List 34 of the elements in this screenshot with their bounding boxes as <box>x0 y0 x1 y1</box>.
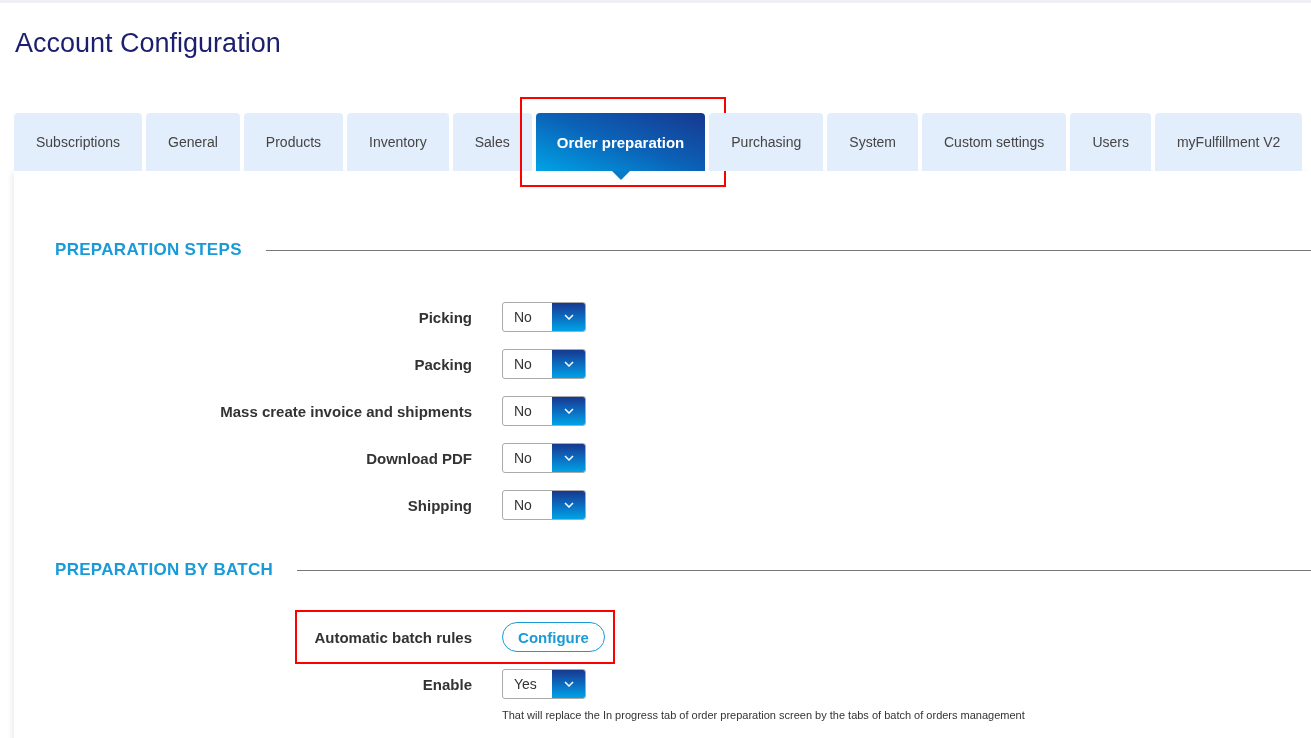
chevron-down-icon <box>563 408 574 414</box>
field-label: Shipping <box>407 496 472 514</box>
chevron-down-icon <box>563 681 574 687</box>
chevron-down-icon <box>563 502 574 508</box>
tab[interactable]: General <box>146 113 240 171</box>
section-heading: PREPARATION BY BATCH <box>55 560 274 580</box>
select-field[interactable]: No <box>502 490 586 520</box>
hint-text: That will replace the In progress tab of order preparation screen by the tabs of batch of orders management <box>502 709 1025 721</box>
field-label: Picking <box>418 308 472 326</box>
chevron-down-icon <box>563 455 574 461</box>
select-field[interactable]: No <box>502 302 586 332</box>
tab[interactable]: Sales <box>452 113 532 171</box>
tab[interactable]: System <box>827 113 918 171</box>
tab[interactable]: Subscriptions <box>14 113 143 171</box>
chevron-down-icon <box>563 314 574 320</box>
field-label: Automatic batch rules <box>314 628 472 646</box>
field-label: Enable <box>422 675 472 693</box>
select-field[interactable]: No <box>502 349 586 379</box>
select-field[interactable]: No <box>502 443 586 473</box>
tab[interactable]: Inventory <box>347 113 449 171</box>
field-label: Packing <box>414 355 472 373</box>
field-label: Mass create invoice and shipments <box>220 402 472 420</box>
chevron-down-icon <box>563 361 574 367</box>
tab[interactable]: Purchasing <box>709 113 824 171</box>
tab[interactable]: Users <box>1070 113 1151 171</box>
page-title: Account Configuration <box>15 27 282 59</box>
tab[interactable]: Custom settings <box>922 113 1067 171</box>
select-field[interactable]: No <box>502 396 586 426</box>
section-heading: PREPARATION STEPS <box>55 240 242 260</box>
field-label: Download PDF <box>366 449 472 467</box>
select-field[interactable]: Yes <box>502 669 586 699</box>
tab[interactable]: Products <box>243 113 344 171</box>
tab[interactable]: Order preparation <box>535 113 706 171</box>
tab[interactable]: myFulfillment V2 <box>1154 113 1303 171</box>
